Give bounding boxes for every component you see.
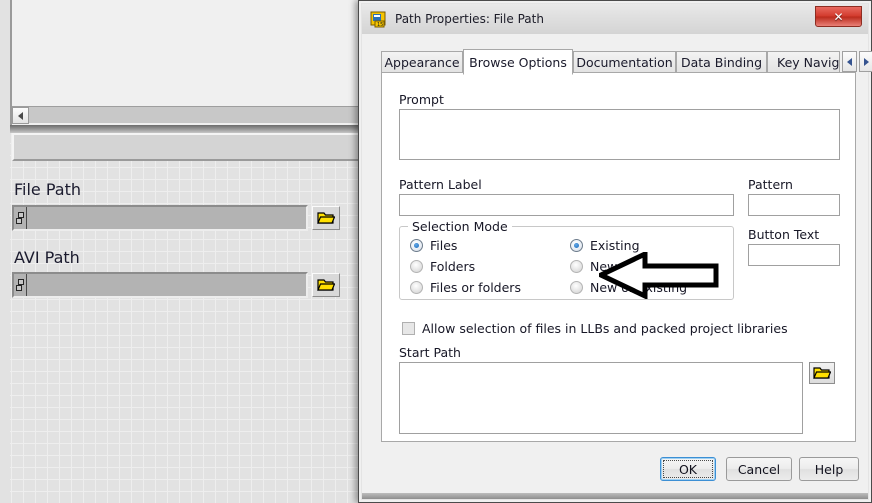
- panel-separator: [10, 125, 360, 133]
- tab-scroll-left-icon[interactable]: [842, 51, 857, 72]
- panel-horizontal-scrollbar[interactable]: [12, 106, 358, 124]
- radio-existing-indicator: [570, 239, 583, 252]
- browse-options-panel: Prompt Pattern Label Pattern Button Text…: [381, 72, 856, 442]
- radio-new[interactable]: New: [570, 259, 617, 274]
- tab-scroll-right-icon[interactable]: [859, 51, 872, 72]
- dialog-title: Path Properties: File Path: [395, 12, 544, 26]
- file-path-label: File Path: [14, 180, 82, 199]
- radio-existing[interactable]: Existing: [570, 238, 640, 253]
- scroll-left-arrow-icon[interactable]: [12, 107, 29, 124]
- ok-button[interactable]: OK: [660, 457, 716, 481]
- help-button[interactable]: Help: [799, 457, 859, 481]
- dialog-frame: 15 Path Properties: File Path ✕ Appearan…: [361, 3, 872, 500]
- ok-button-label: OK: [678, 461, 698, 477]
- allow-llb-label: Allow selection of files in LLBs and pac…: [422, 321, 788, 336]
- cancel-button[interactable]: Cancel: [726, 457, 792, 481]
- allow-llb-checkbox[interactable]: Allow selection of files in LLBs and pac…: [402, 321, 788, 336]
- path-type-glyph-icon: [14, 207, 27, 229]
- radio-files-or-folders-label: Files or folders: [430, 280, 521, 295]
- path-properties-dialog: 15 Path Properties: File Path ✕ Appearan…: [358, 0, 872, 503]
- radio-new-indicator: [570, 260, 583, 273]
- radio-folders-indicator: [410, 260, 423, 273]
- start-path-input[interactable]: [399, 362, 803, 434]
- panel-subwindow-content: [14, 0, 356, 107]
- radio-existing-label: Existing: [590, 238, 640, 253]
- radio-files-or-folders[interactable]: Files or folders: [410, 280, 521, 295]
- radio-folders-label: Folders: [430, 259, 476, 274]
- folder-browse-icon: [813, 367, 831, 379]
- file-path-control[interactable]: [12, 205, 308, 231]
- path-type-glyph-icon: [14, 274, 27, 296]
- button-text-label: Button Text: [748, 227, 820, 242]
- tab-appearance[interactable]: Appearance: [381, 51, 463, 73]
- labview-vi-icon: 15: [370, 10, 388, 28]
- prompt-label: Prompt: [399, 92, 444, 107]
- close-icon[interactable]: ✕: [815, 6, 862, 27]
- tab-key-navigation[interactable]: Key Navig: [767, 51, 840, 73]
- avi-path-label: AVI Path: [14, 248, 80, 267]
- tab-strip: Appearance Browse Options Documentation …: [381, 49, 872, 75]
- button-text-input[interactable]: [748, 244, 840, 266]
- dialog-bottom-edge: [362, 493, 868, 499]
- tab-data-binding[interactable]: Data Binding: [676, 51, 767, 73]
- folder-browse-icon: [317, 279, 335, 291]
- checkbox-indicator: [402, 322, 415, 335]
- avi-path-browse-button[interactable]: [312, 273, 340, 297]
- radio-files[interactable]: Files: [410, 238, 457, 253]
- pattern-label: Pattern: [748, 177, 793, 192]
- radio-new-or-existing-label: New or existing: [590, 280, 688, 295]
- pattern-input[interactable]: [748, 194, 840, 216]
- pattern-label-input[interactable]: [399, 194, 734, 216]
- selection-mode-title: Selection Mode: [408, 219, 512, 234]
- radio-folders[interactable]: Folders: [410, 259, 475, 274]
- start-path-label: Start Path: [399, 345, 461, 360]
- avi-path-control[interactable]: [12, 272, 308, 298]
- dialog-titlebar[interactable]: 15 Path Properties: File Path ✕: [362, 4, 868, 34]
- start-path-browse-button[interactable]: [809, 362, 835, 384]
- tab-documentation[interactable]: Documentation: [573, 51, 676, 73]
- dialog-footer: OK Cancel Help: [362, 443, 868, 493]
- panel-left-edge: [0, 0, 10, 503]
- file-path-browse-button[interactable]: [312, 206, 340, 230]
- pattern-label-label: Pattern Label: [399, 177, 482, 192]
- svg-text:15: 15: [377, 22, 383, 28]
- radio-new-label: New: [590, 259, 618, 274]
- radio-files-indicator: [410, 239, 423, 252]
- radio-new-or-existing-indicator: [570, 281, 583, 294]
- folder-browse-icon: [317, 212, 335, 224]
- radio-files-label: Files: [430, 238, 458, 253]
- radio-files-or-folders-indicator: [410, 281, 423, 294]
- tab-browse-options[interactable]: Browse Options: [463, 49, 573, 75]
- prompt-input[interactable]: [399, 109, 840, 160]
- panel-toolbar-strip: [12, 133, 360, 161]
- radio-new-or-existing[interactable]: New or existing: [570, 280, 687, 295]
